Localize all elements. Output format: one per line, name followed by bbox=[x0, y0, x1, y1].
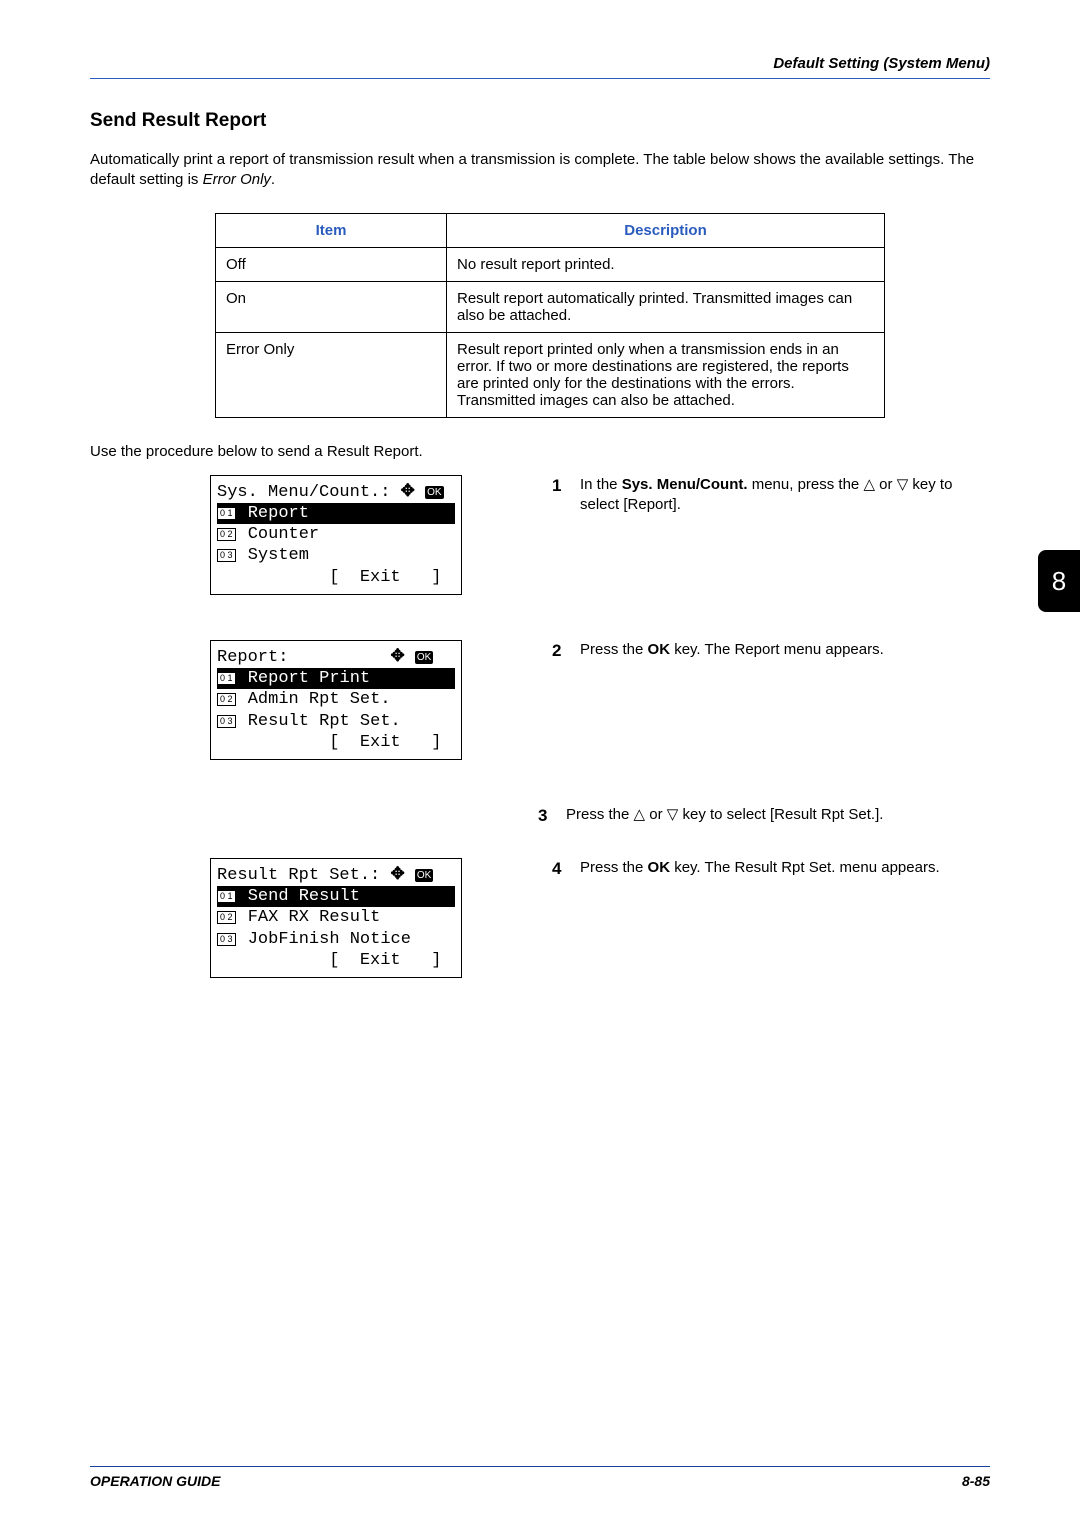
lcd1-exit: [ Exit ] bbox=[217, 567, 455, 588]
lcd-screen-1: Sys. Menu/Count.: ✥ OK 0 1 Report 0 2 Co… bbox=[210, 475, 462, 595]
lcd1-item-2: 0 2 Counter bbox=[217, 524, 455, 545]
down-triangle-icon: ▽ bbox=[667, 806, 679, 823]
lcd3-item-3: 0 3 JobFinish Notice bbox=[217, 929, 455, 950]
up-triangle-icon: △ bbox=[634, 806, 646, 823]
lcd1-item-3: 0 3 System bbox=[217, 545, 455, 566]
nav-arrows-icon: ✥ bbox=[401, 481, 415, 500]
lcd3-exit: [ Exit ] bbox=[217, 950, 455, 971]
lcd1-title: Sys. Menu/Count.: bbox=[217, 483, 390, 502]
step-num-3: 3 bbox=[538, 805, 566, 828]
table-row: Off No result report printed. bbox=[216, 247, 885, 281]
lcd3-item-1: 0 1 Send Result bbox=[217, 886, 455, 907]
section-title: Send Result Report bbox=[90, 110, 990, 132]
lcd2-title: Report: bbox=[217, 648, 288, 667]
step-num-4: 4 bbox=[552, 858, 580, 881]
step-2: 2 Press the OK key. The Report menu appe… bbox=[552, 640, 990, 663]
ok-icon: OK bbox=[425, 486, 443, 499]
intro-em: Error Only bbox=[203, 171, 271, 188]
th-desc: Description bbox=[447, 213, 885, 247]
footer-left: OPERATION GUIDE bbox=[90, 1473, 220, 1489]
nav-arrows-icon: ✥ bbox=[390, 646, 404, 665]
lcd3-title: Result Rpt Set.: bbox=[217, 866, 380, 885]
intro-text: Automatically print a report of transmis… bbox=[90, 150, 990, 191]
lcd2-exit: [ Exit ] bbox=[217, 732, 455, 753]
lcd2-item-2: 0 2 Admin Rpt Set. bbox=[217, 689, 455, 710]
intro-post: . bbox=[271, 171, 275, 188]
lcd-screen-2: Report: ✥ OK 0 1 Report Print 0 2 Admin … bbox=[210, 640, 462, 760]
step-3: 3 Press the △ or ▽ key to select [Result… bbox=[538, 805, 990, 828]
cell-item: Off bbox=[216, 247, 447, 281]
cell-desc: Result report printed only when a transm… bbox=[447, 332, 885, 417]
cell-item: On bbox=[216, 281, 447, 332]
lcd2-item-1: 0 1 Report Print bbox=[217, 668, 455, 689]
cell-desc: Result report automatically printed. Tra… bbox=[447, 281, 885, 332]
footer-rule bbox=[90, 1466, 990, 1467]
nav-arrows-icon: ✥ bbox=[390, 864, 404, 883]
down-triangle-icon: ▽ bbox=[897, 476, 909, 493]
lcd1-item-1: 0 1 Report bbox=[217, 503, 455, 524]
lcd3-item-2: 0 2 FAX RX Result bbox=[217, 907, 455, 928]
settings-table: Item Description Off No result report pr… bbox=[215, 213, 885, 418]
lcd-screen-3: Result Rpt Set.: ✥ OK 0 1 Send Result 0 … bbox=[210, 858, 462, 978]
chapter-thumb-tab: 8 bbox=[1038, 550, 1080, 612]
th-item: Item bbox=[216, 213, 447, 247]
table-row: Error Only Result report printed only wh… bbox=[216, 332, 885, 417]
procedure-intro: Use the procedure below to send a Result… bbox=[90, 443, 990, 460]
cell-desc: No result report printed. bbox=[447, 247, 885, 281]
chapter-title: Default Setting (System Menu) bbox=[773, 55, 990, 72]
ok-icon: OK bbox=[415, 869, 433, 882]
table-row: On Result report automatically printed. … bbox=[216, 281, 885, 332]
step-num-2: 2 bbox=[552, 640, 580, 663]
step-4: 4 Press the OK key. The Result Rpt Set. … bbox=[552, 858, 990, 881]
ok-icon: OK bbox=[415, 651, 433, 664]
step-1: 1 In the Sys. Menu/Count. menu, press th… bbox=[552, 475, 990, 516]
step-num-1: 1 bbox=[552, 475, 580, 498]
header-rule bbox=[90, 78, 990, 79]
lcd2-item-3: 0 3 Result Rpt Set. bbox=[217, 711, 455, 732]
cell-item: Error Only bbox=[216, 332, 447, 417]
up-triangle-icon: △ bbox=[863, 476, 875, 493]
footer-right: 8-85 bbox=[962, 1473, 990, 1489]
